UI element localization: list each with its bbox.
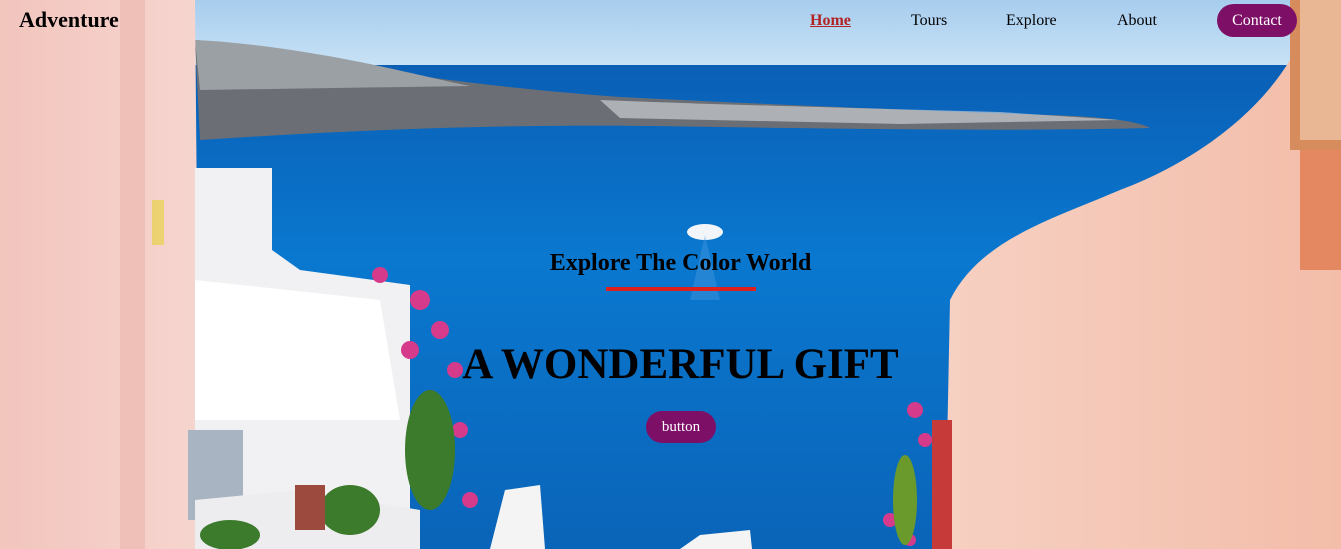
- hero-subtitle: Explore The Color World: [549, 250, 812, 276]
- subtitle-underline-divider: [606, 287, 756, 291]
- hero-cta-button[interactable]: button: [646, 411, 716, 443]
- contact-button[interactable]: Contact: [1217, 4, 1297, 37]
- nav-link-about[interactable]: About: [1117, 12, 1157, 30]
- nav-link-explore[interactable]: Explore: [1006, 12, 1057, 30]
- top-navigation: Adventure Home Tours Explore About Conta…: [0, 0, 1341, 42]
- brand-logo[interactable]: Adventure: [19, 7, 119, 33]
- hero-headline: A WONDERFUL GIFT: [462, 341, 899, 388]
- hero-section: Adventure Home Tours Explore About Conta…: [0, 0, 1341, 549]
- nav-link-tours[interactable]: Tours: [911, 12, 947, 30]
- nav-link-home[interactable]: Home: [810, 12, 851, 30]
